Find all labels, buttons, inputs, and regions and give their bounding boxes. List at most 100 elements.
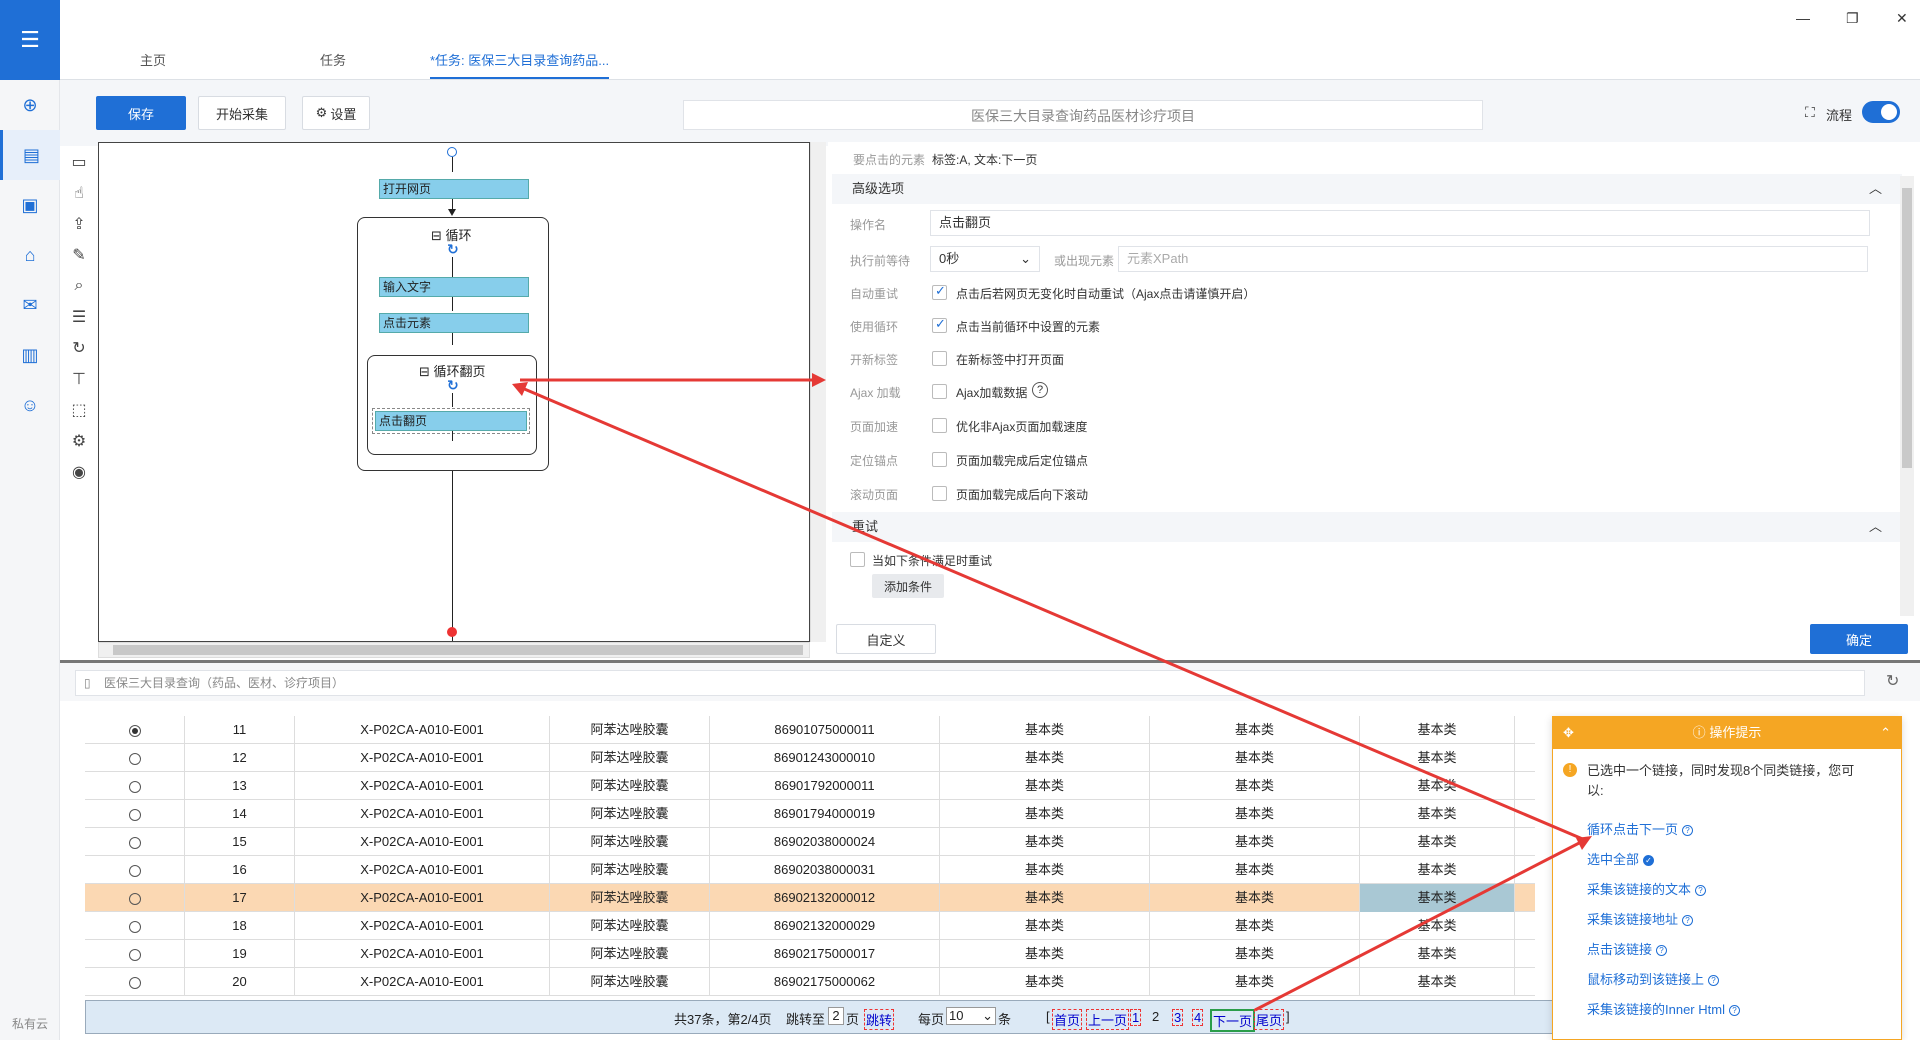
row-radio[interactable] xyxy=(128,808,141,821)
popup-action[interactable]: 循环点击下一页? xyxy=(1587,819,1694,838)
flow-canvas[interactable]: 打开网页 ⊟ 循环 ↻ 输入文字 点击元素 ⊟ 循环翻页 ↻ 点击翻页 xyxy=(98,142,810,642)
toolbox-icon[interactable]: ▣ xyxy=(0,180,60,230)
popup-action[interactable]: 点击该链接? xyxy=(1587,939,1668,958)
last-page-link[interactable]: 尾页 xyxy=(1254,1009,1285,1030)
canvas-vertical-scrollbar[interactable] xyxy=(810,142,826,642)
store-icon[interactable]: ⌂ xyxy=(0,230,60,280)
scroll-checkbox[interactable] xyxy=(932,486,947,501)
speed-checkbox[interactable] xyxy=(932,418,947,433)
open-page-tool-icon[interactable]: ▭ xyxy=(62,146,96,177)
table-row[interactable]: 19 X-P02CA-A010-E001 阿苯达唑胶囊 869021750000… xyxy=(85,940,1535,968)
per-page-select[interactable]: 10 ⌄ xyxy=(946,1007,996,1025)
row-radio[interactable] xyxy=(128,948,141,961)
loop-tool-icon[interactable]: ↻ xyxy=(62,332,96,363)
row-radio[interactable] xyxy=(128,864,141,877)
ajax-checkbox[interactable] xyxy=(932,384,947,399)
help-icon[interactable]: ? xyxy=(1032,382,1048,398)
custom-button[interactable]: 自定义 xyxy=(836,624,936,654)
scroll-thumb[interactable] xyxy=(1902,188,1912,468)
radio-cell[interactable] xyxy=(85,968,185,996)
auto-retry-checkbox[interactable] xyxy=(932,283,947,300)
settings-button[interactable]: ⚙ 设置 xyxy=(302,96,370,130)
list-tool-icon[interactable]: ☰ xyxy=(62,301,96,332)
extract-tool-icon[interactable]: ⇪ xyxy=(62,208,96,239)
popup-action[interactable]: 采集该链接的Inner Html? xyxy=(1587,999,1740,1018)
menu-icon[interactable]: ☰ xyxy=(0,0,60,80)
tab-home[interactable]: 主页 xyxy=(140,50,166,69)
prev-page-link[interactable]: 上一页 xyxy=(1086,1009,1130,1030)
jump-link[interactable]: 跳转 xyxy=(864,1009,895,1030)
switch-tool-icon[interactable]: ⚙ xyxy=(62,425,96,456)
row-radio[interactable] xyxy=(128,752,141,765)
chevron-up-icon[interactable]: ︿ xyxy=(1869,174,1882,204)
next-page-link[interactable]: 下一页 xyxy=(1210,1009,1256,1032)
table-row[interactable]: 14 X-P02CA-A010-E001 阿苯达唑胶囊 869017940000… xyxy=(85,800,1535,828)
book-icon[interactable]: ▥ xyxy=(0,330,60,380)
node-click-paging[interactable]: 点击翻页 xyxy=(372,408,530,434)
table-row[interactable]: 11 X-P02CA-A010-E001 阿苯达唑胶囊 869010750000… xyxy=(85,716,1535,744)
save-button[interactable]: 保存 xyxy=(96,96,186,130)
radio-cell[interactable] xyxy=(85,800,185,828)
new-tab-checkbox[interactable] xyxy=(932,351,947,366)
anchor-checkbox[interactable] xyxy=(932,452,947,467)
row-radio[interactable] xyxy=(128,920,141,933)
stop-tool-icon[interactable]: ◉ xyxy=(62,456,96,487)
row-radio[interactable] xyxy=(128,836,141,849)
minimize-icon[interactable]: — xyxy=(1796,10,1810,26)
branch-tool-icon[interactable]: ⊤ xyxy=(62,363,96,394)
help-icon[interactable]: ? xyxy=(1656,945,1668,957)
new-task-icon[interactable]: ⊕ xyxy=(0,80,60,130)
task-name-field[interactable]: 医保三大目录查询药品医材诊疗项目 xyxy=(683,100,1483,130)
captcha-tool-icon[interactable]: ⌕ xyxy=(62,270,96,301)
popup-action[interactable]: 鼠标移动到该链接上? xyxy=(1587,969,1720,988)
xpath-input[interactable]: 元素XPath xyxy=(1118,246,1868,272)
refresh-icon[interactable]: ↻ xyxy=(1886,671,1899,691)
radio-cell[interactable] xyxy=(85,772,185,800)
table-row[interactable]: 13 X-P02CA-A010-E001 阿苯达唑胶囊 869017920000… xyxy=(85,772,1535,800)
url-field[interactable]: ▯ 医保三大目录查询（药品、医材、诊疗项目） xyxy=(75,670,1865,696)
table-row[interactable]: 18 X-P02CA-A010-E001 阿苯达唑胶囊 869021320000… xyxy=(85,912,1535,940)
op-name-input[interactable]: 点击翻页 xyxy=(930,210,1870,236)
tab-current-task[interactable]: *任务: 医保三大目录查询药品... xyxy=(430,50,610,79)
chevron-up-icon[interactable]: ︿ xyxy=(1869,512,1882,542)
settings-scrollbar[interactable] xyxy=(1900,176,1914,616)
node-input-text[interactable]: 输入文字 xyxy=(379,277,529,297)
table-row[interactable]: 20 X-P02CA-A010-E001 阿苯达唑胶囊 869021750000… xyxy=(85,968,1535,996)
jump-input[interactable]: 2 xyxy=(828,1007,844,1025)
table-row[interactable]: 17 X-P02CA-A010-E001 阿苯达唑胶囊 869021320000… xyxy=(85,884,1535,912)
retry-cond-checkbox[interactable] xyxy=(850,552,865,567)
radio-cell[interactable] xyxy=(85,940,185,968)
popup-header[interactable]: ✥ ⓘ 操作提示 ⌃ xyxy=(1553,717,1901,749)
input-tool-icon[interactable]: ✎ xyxy=(62,239,96,270)
row-radio[interactable] xyxy=(128,976,141,989)
check-icon[interactable]: ✓ xyxy=(1643,855,1655,867)
close-icon[interactable]: ✕ xyxy=(1896,10,1908,27)
message-icon[interactable]: ✉ xyxy=(0,280,60,330)
ok-button[interactable]: 确定 xyxy=(1810,624,1908,654)
node-open-page[interactable]: 打开网页 xyxy=(379,179,529,199)
first-page-link[interactable]: 首页 xyxy=(1052,1009,1083,1030)
advanced-section[interactable]: 高级选项 ︿ xyxy=(832,174,1902,204)
radio-cell[interactable] xyxy=(85,884,185,912)
task-list-icon[interactable]: ▤ xyxy=(0,130,60,180)
click-tool-icon[interactable]: ☝ xyxy=(62,177,96,208)
row-radio[interactable] xyxy=(128,780,141,793)
help-icon[interactable]: ? xyxy=(1708,975,1720,987)
row-radio[interactable] xyxy=(128,724,141,737)
private-cloud-label[interactable]: 私有云 xyxy=(0,1015,60,1032)
table-row[interactable]: 12 X-P02CA-A010-E001 阿苯达唑胶囊 869012430000… xyxy=(85,744,1535,772)
flow-toggle[interactable] xyxy=(1862,101,1900,123)
use-loop-checkbox[interactable] xyxy=(932,316,947,333)
radio-cell[interactable] xyxy=(85,912,185,940)
collapse-icon[interactable]: ⌃ xyxy=(1880,717,1891,749)
radio-cell[interactable] xyxy=(85,856,185,884)
start-collect-button[interactable]: 开始采集 xyxy=(198,96,286,130)
wait-select[interactable]: 0秒 ⌄ xyxy=(930,246,1040,272)
table-row[interactable]: 15 X-P02CA-A010-E001 阿苯达唑胶囊 869020380000… xyxy=(85,828,1535,856)
user-icon[interactable]: ☺ xyxy=(0,380,60,430)
page-1-link[interactable]: 1 xyxy=(1130,1009,1142,1026)
popup-action[interactable]: 采集该链接地址? xyxy=(1587,909,1694,928)
row-radio[interactable] xyxy=(128,892,141,905)
scroll-thumb[interactable] xyxy=(113,645,803,655)
add-condition-button[interactable]: 添加条件 xyxy=(872,574,944,598)
